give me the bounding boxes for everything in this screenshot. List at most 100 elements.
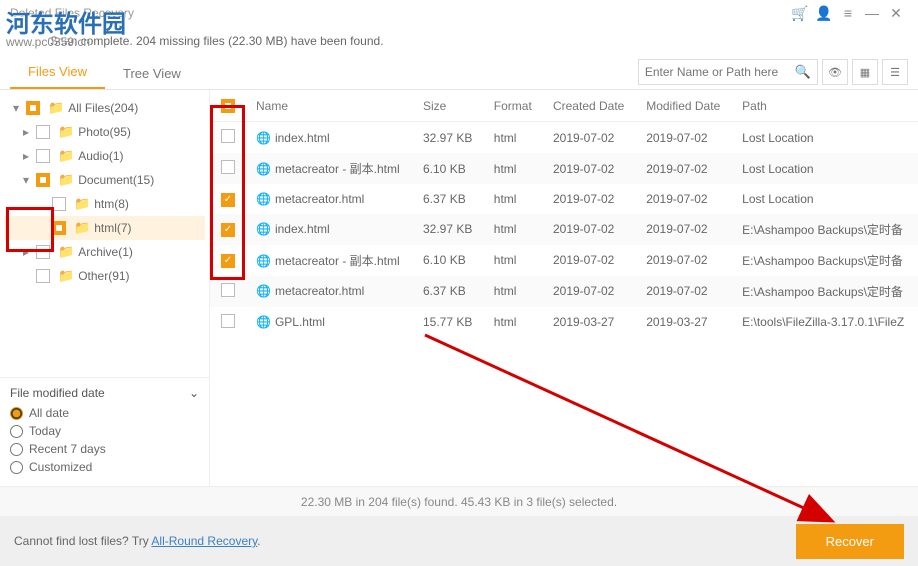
table-row[interactable]: 🌐GPL.html 15.77 KB html 2019-03-27 2019-… bbox=[210, 307, 918, 338]
cell-size: 15.77 KB bbox=[413, 307, 484, 338]
cell-format: html bbox=[484, 307, 543, 338]
folder-checkbox[interactable] bbox=[36, 173, 50, 187]
cell-size: 32.97 KB bbox=[413, 214, 484, 245]
file-icon: 🌐 bbox=[256, 192, 271, 206]
file-icon: 🌐 bbox=[256, 222, 271, 236]
search-input[interactable] bbox=[645, 65, 795, 79]
sidebar-item-label: Audio(1) bbox=[78, 149, 123, 163]
row-checkbox[interactable] bbox=[221, 129, 235, 143]
close-icon[interactable]: ✕ bbox=[884, 1, 908, 25]
search-box[interactable]: 🔍 bbox=[638, 59, 818, 85]
row-checkbox[interactable] bbox=[221, 314, 235, 328]
footer-hint: Cannot find lost files? Try All-Round Re… bbox=[14, 534, 261, 548]
col-name[interactable]: Name bbox=[246, 90, 413, 122]
row-checkbox[interactable]: ✓ bbox=[221, 193, 235, 207]
folder-checkbox[interactable] bbox=[36, 125, 50, 139]
filter-option[interactable]: Today bbox=[10, 424, 199, 438]
row-checkbox[interactable] bbox=[221, 160, 235, 174]
file-icon: 🌐 bbox=[256, 254, 271, 268]
cell-format: html bbox=[484, 153, 543, 184]
sidebar-item[interactable]: 📁 htm(8) bbox=[4, 192, 205, 216]
preview-toggle[interactable]: 👁 bbox=[822, 59, 848, 85]
chevron-down-icon[interactable]: ⌄ bbox=[189, 386, 199, 400]
folder-checkbox[interactable] bbox=[26, 101, 40, 115]
cart-icon[interactable]: 🛒 bbox=[788, 1, 812, 25]
folder-checkbox[interactable] bbox=[52, 197, 66, 211]
radio-input[interactable] bbox=[10, 461, 23, 474]
expander-icon[interactable]: ▸ bbox=[20, 149, 32, 163]
folder-checkbox[interactable] bbox=[36, 245, 50, 259]
table-row[interactable]: 🌐index.html 32.97 KB html 2019-07-02 201… bbox=[210, 122, 918, 154]
expander-icon[interactable]: ▾ bbox=[10, 101, 22, 115]
col-path[interactable]: Path bbox=[732, 90, 918, 122]
recover-button[interactable]: Recover bbox=[796, 524, 904, 559]
folder-icon: 📁 bbox=[74, 220, 90, 236]
filter-option[interactable]: Customized bbox=[10, 460, 199, 474]
sidebar-item[interactable]: ▸ 📁 Archive(1) bbox=[4, 240, 205, 264]
filter-option-label: Recent 7 days bbox=[29, 442, 106, 456]
cell-modified: 2019-03-27 bbox=[636, 307, 732, 338]
row-checkbox[interactable]: ✓ bbox=[221, 254, 235, 268]
table-row[interactable]: ✓ 🌐metacreator - 副本.html 6.10 KB html 20… bbox=[210, 245, 918, 276]
select-all-checkbox[interactable] bbox=[221, 99, 235, 113]
cell-path: E:\Ashampoo Backups\定时备 bbox=[732, 276, 918, 307]
tabbar: Files View Tree View 🔍 👁 ▦ ☰ bbox=[0, 56, 918, 90]
filter-option[interactable]: Recent 7 days bbox=[10, 442, 199, 456]
sidebar-item[interactable]: ▸ 📁 Audio(1) bbox=[4, 144, 205, 168]
cell-format: html bbox=[484, 214, 543, 245]
row-checkbox[interactable]: ✓ bbox=[221, 223, 235, 237]
tab-files-view[interactable]: Files View bbox=[10, 56, 105, 89]
expander-icon[interactable]: ▸ bbox=[20, 125, 32, 139]
search-icon[interactable]: 🔍 bbox=[795, 64, 811, 80]
cell-format: html bbox=[484, 245, 543, 276]
radio-input[interactable] bbox=[10, 407, 23, 420]
cell-size: 6.37 KB bbox=[413, 276, 484, 307]
cell-name: 🌐metacreator - 副本.html bbox=[246, 245, 413, 276]
col-created[interactable]: Created Date bbox=[543, 90, 636, 122]
user-icon[interactable]: 👤 bbox=[812, 1, 836, 25]
cell-modified: 2019-07-02 bbox=[636, 245, 732, 276]
sidebar-item-label: All Files(204) bbox=[68, 101, 138, 115]
table-row[interactable]: ✓ 🌐index.html 32.97 KB html 2019-07-02 2… bbox=[210, 214, 918, 245]
col-modified[interactable]: Modified Date bbox=[636, 90, 732, 122]
menu-icon[interactable]: ≡ bbox=[836, 1, 860, 25]
filter-option[interactable]: All date bbox=[10, 406, 199, 420]
radio-input[interactable] bbox=[10, 425, 23, 438]
grid-view-button[interactable]: ▦ bbox=[852, 59, 878, 85]
table-row[interactable]: 🌐metacreator.html 6.37 KB html 2019-07-0… bbox=[210, 276, 918, 307]
folder-checkbox[interactable] bbox=[36, 269, 50, 283]
cell-name: 🌐metacreator - 副本.html bbox=[246, 153, 413, 184]
folder-checkbox[interactable] bbox=[52, 221, 66, 235]
sidebar-item[interactable]: ▸ 📁 Photo(95) bbox=[4, 120, 205, 144]
col-size[interactable]: Size bbox=[413, 90, 484, 122]
cell-created: 2019-07-02 bbox=[543, 245, 636, 276]
radio-input[interactable] bbox=[10, 443, 23, 456]
folder-checkbox[interactable] bbox=[36, 149, 50, 163]
sidebar-item[interactable]: 📁 Other(91) bbox=[4, 264, 205, 288]
all-round-recovery-link[interactable]: All-Round Recovery bbox=[151, 534, 257, 548]
sidebar-item[interactable]: ▾ 📁 All Files(204) bbox=[4, 96, 205, 120]
sidebar-item-label: Other(91) bbox=[78, 269, 129, 283]
window-title: Deleted Files Recovery bbox=[10, 6, 134, 20]
expander-icon[interactable]: ▾ bbox=[20, 173, 32, 187]
cell-format: html bbox=[484, 122, 543, 154]
expander-icon[interactable]: ▸ bbox=[20, 245, 32, 259]
sidebar-item[interactable]: ▾ 📁 Document(15) bbox=[4, 168, 205, 192]
list-view-button[interactable]: ☰ bbox=[882, 59, 908, 85]
row-checkbox[interactable] bbox=[221, 283, 235, 297]
cell-path: Lost Location bbox=[732, 153, 918, 184]
minimize-icon[interactable]: — bbox=[860, 1, 884, 25]
file-icon: 🌐 bbox=[256, 162, 271, 176]
folder-icon: 📁 bbox=[58, 124, 74, 140]
cell-path: E:\Ashampoo Backups\定时备 bbox=[732, 214, 918, 245]
file-icon: 🌐 bbox=[256, 131, 271, 145]
cell-path: E:\Ashampoo Backups\定时备 bbox=[732, 245, 918, 276]
folder-icon: 📁 bbox=[58, 244, 74, 260]
filter-panel: File modified date ⌄ All dateTodayRecent… bbox=[0, 377, 209, 486]
table-row[interactable]: 🌐metacreator - 副本.html 6.10 KB html 2019… bbox=[210, 153, 918, 184]
footer: Cannot find lost files? Try All-Round Re… bbox=[0, 516, 918, 566]
tab-tree-view[interactable]: Tree View bbox=[105, 58, 199, 89]
col-format[interactable]: Format bbox=[484, 90, 543, 122]
sidebar-item[interactable]: 📁 html(7) bbox=[4, 216, 205, 240]
table-row[interactable]: ✓ 🌐metacreator.html 6.37 KB html 2019-07… bbox=[210, 184, 918, 214]
